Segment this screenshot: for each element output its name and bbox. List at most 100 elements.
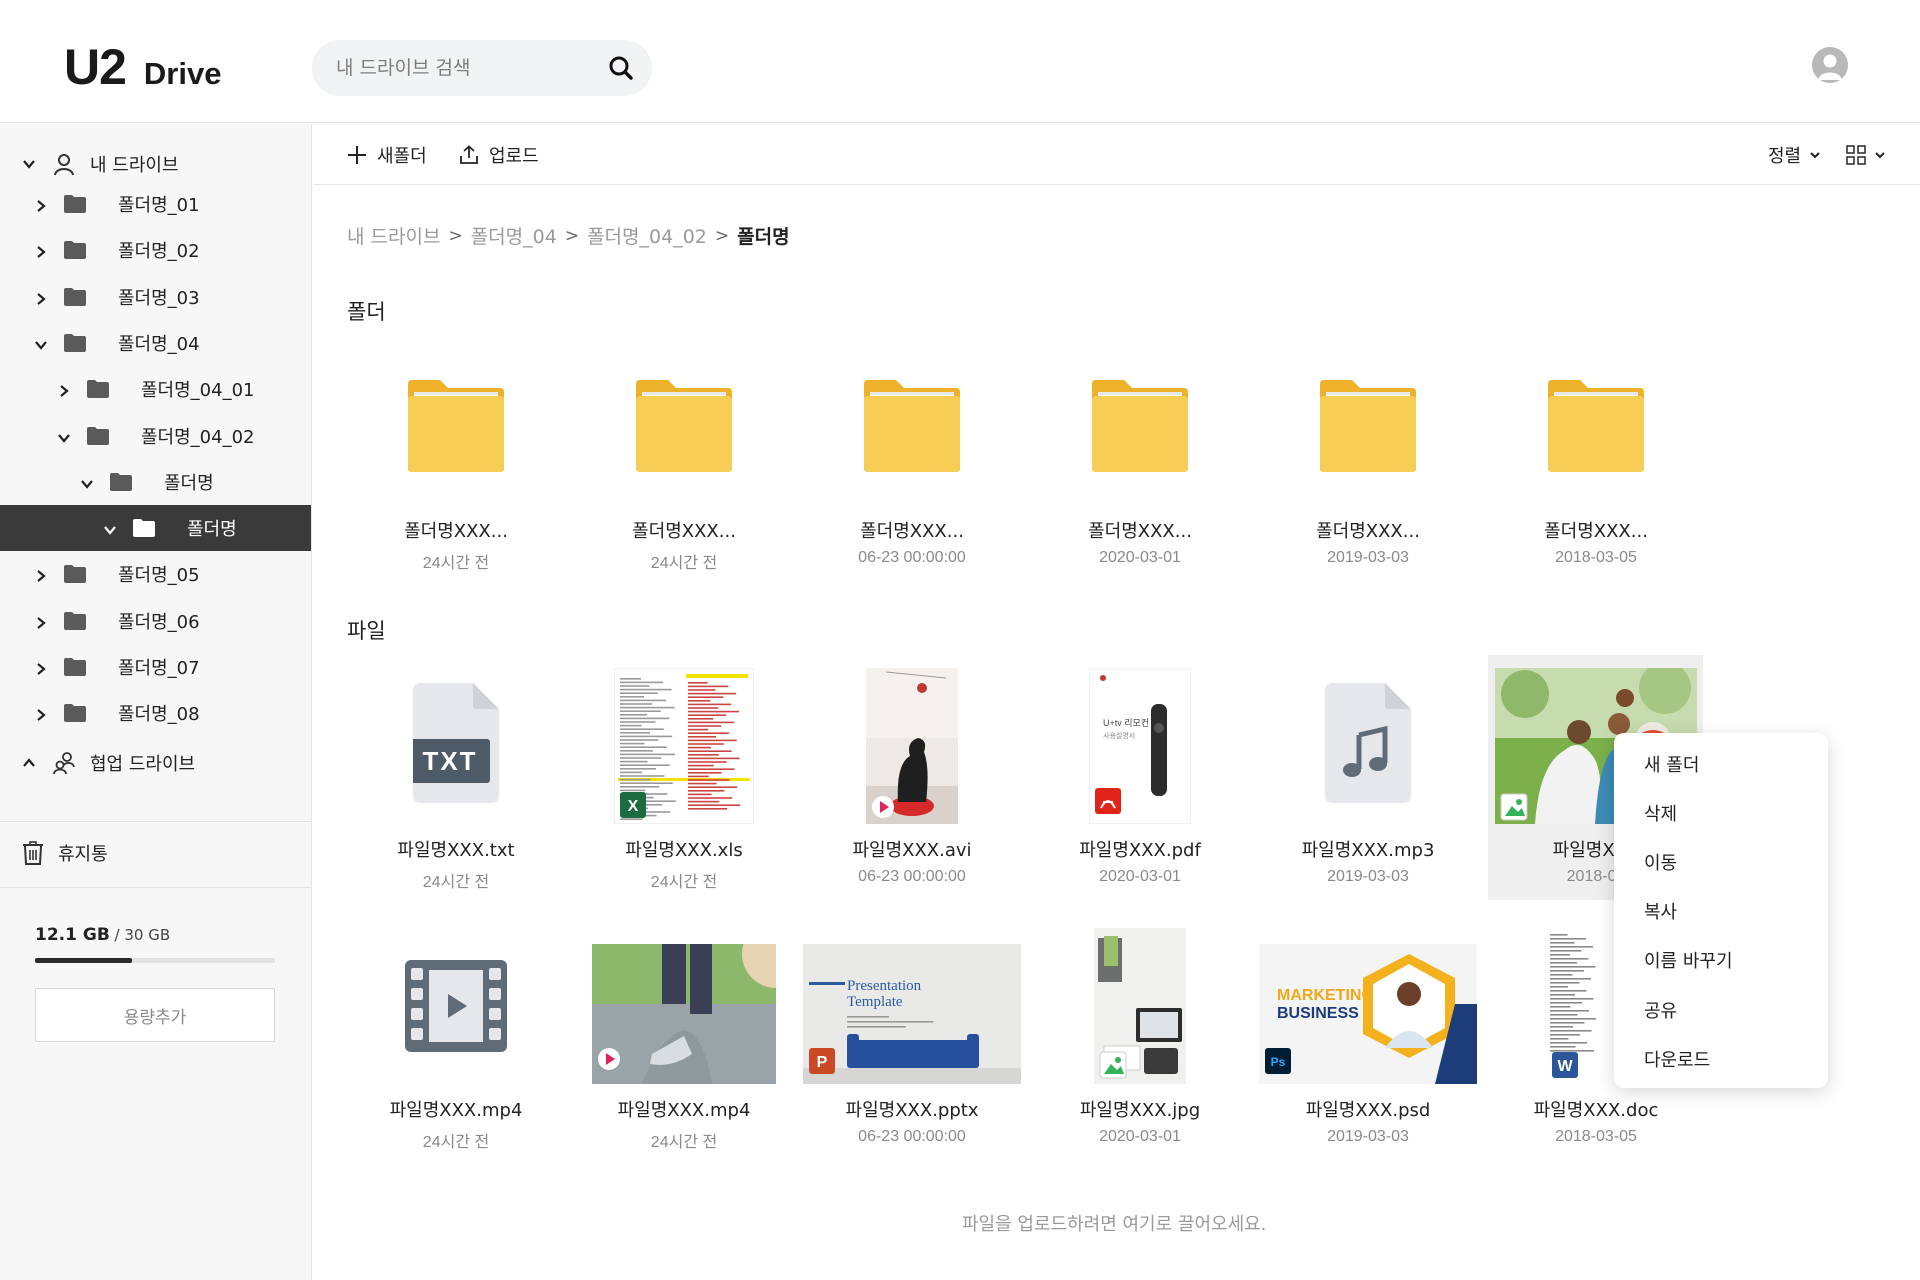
sidebar-tree-item[interactable]: 폴더명_05 — [0, 551, 311, 597]
spreadsheet-thumbnail[interactable]: X — [613, 667, 755, 828]
folder-name: 폴더명XXX... — [1316, 521, 1420, 542]
chevron-right-icon[interactable] — [34, 197, 48, 212]
chevron-right-icon[interactable] — [34, 243, 48, 259]
drop-hint: 파일을 업로드하려면 여기로 끌어오세요. — [962, 1214, 1267, 1235]
folder-item[interactable]: 폴더명XXX... 24시간 전 — [351, 517, 561, 573]
chevron-right-icon[interactable] — [34, 660, 48, 675]
file-item[interactable]: 파일명XXX.mp4 24시간 전 — [351, 1096, 561, 1152]
breadcrumb-item[interactable]: 폴더명_04_02 — [587, 222, 707, 249]
sidebar-tree-label: 폴더명_04_02 — [141, 426, 255, 448]
user-icon — [52, 152, 76, 176]
chevron-down-icon[interactable] — [22, 157, 36, 171]
file-item[interactable]: 파일명XXX.jpg 2020-03-01 — [1035, 1096, 1245, 1146]
file-item[interactable]: 파일명XXX.doc 2018-03-05 — [1491, 1096, 1701, 1146]
file-item[interactable]: 파일명XXX.psd 2019-03-03 — [1263, 1096, 1473, 1146]
chevron-right-icon[interactable] — [57, 382, 71, 398]
folder-item[interactable]: 폴더명XXX... 06-23 00:00:00 — [807, 517, 1017, 567]
folder-icon — [87, 426, 125, 445]
sidebar-tree-item[interactable]: 폴더명_04 — [0, 320, 311, 366]
file-item[interactable]: 파일명XXX.mp4 24시간 전 — [579, 1096, 789, 1152]
folder-icon[interactable] — [1090, 378, 1190, 478]
search-input[interactable] — [336, 40, 596, 96]
search-icon[interactable] — [606, 53, 636, 83]
chevron-right-icon[interactable] — [34, 614, 48, 629]
folder-icon — [64, 195, 102, 213]
file-item[interactable]: 파일명XXX.pptx 06-23 00:00:00 — [807, 1096, 1017, 1146]
video-thumbnail[interactable] — [866, 668, 958, 828]
folder-item[interactable]: 폴더명XXX... 2019-03-03 — [1263, 517, 1473, 567]
sidebar-tree-item[interactable]: 폴더명_08 — [0, 690, 311, 736]
chevron-down-icon[interactable] — [103, 521, 117, 535]
presentation-thumbnail[interactable]: Presentation Template P — [803, 944, 1021, 1088]
folder-icon[interactable] — [862, 378, 962, 478]
app-header: U2 Drive — [0, 0, 1920, 123]
folder-icon[interactable] — [1318, 378, 1418, 478]
svg-text:W: W — [1557, 1058, 1573, 1075]
chevron-right-icon[interactable] — [34, 290, 48, 305]
sidebar-tree-item[interactable]: 폴더명_07 — [0, 644, 311, 690]
folder-icon — [87, 380, 125, 399]
menu-move[interactable]: 이동 — [1644, 849, 1677, 875]
folder-icon[interactable] — [1546, 378, 1646, 478]
pdf-thumbnail[interactable]: U+tv 리모컨 사용설명서 — [1088, 667, 1192, 828]
folder-item[interactable]: 폴더명XXX... 24시간 전 — [579, 517, 789, 573]
chevron-up-icon[interactable] — [22, 756, 36, 770]
view-mode-toggle[interactable] — [1846, 140, 1886, 170]
folder-icon[interactable] — [634, 378, 734, 478]
sidebar-tree-item[interactable]: 폴더명_06 — [0, 598, 311, 644]
sidebar-tree-item[interactable]: 폴더명 — [0, 459, 311, 505]
folder-item[interactable]: 폴더명XXX... 2020-03-01 — [1035, 517, 1245, 567]
sidebar-tree-item[interactable]: 폴더명_01 — [0, 181, 311, 227]
menu-rename[interactable]: 이름 바꾸기 — [1644, 947, 1733, 973]
storage-used: 12.1 GB — [35, 925, 110, 945]
sidebar-tree-label: 폴더명_04_01 — [141, 380, 255, 402]
video-file-icon[interactable] — [405, 960, 507, 1056]
audio-file-icon[interactable] — [1325, 683, 1411, 807]
chevron-down-icon[interactable] — [34, 336, 48, 350]
file-item[interactable]: 파일명XXX.txt 24시간 전 — [351, 836, 561, 892]
chevron-right-icon[interactable] — [34, 567, 48, 583]
file-item[interactable]: 파일명XXX.xls 24시간 전 — [579, 836, 789, 892]
photo-thumbnail[interactable] — [1094, 928, 1186, 1088]
menu-new-folder[interactable]: 새 폴더 — [1644, 751, 1699, 777]
app-logo[interactable]: U2 Drive — [64, 38, 221, 96]
breadcrumb-item[interactable]: 내 드라이브 — [347, 222, 440, 249]
chevron-down-icon[interactable] — [80, 475, 94, 489]
folder-icon[interactable] — [406, 378, 506, 478]
file-item[interactable]: 파일명XXX.pdf 2020-03-01 — [1035, 836, 1245, 886]
chevron-down-icon[interactable] — [57, 429, 71, 443]
file-item[interactable]: 파일명XXX.mp3 2019-03-03 — [1263, 836, 1473, 886]
sidebar-tree-item[interactable]: 폴더명_03 — [0, 274, 311, 320]
sidebar-trash[interactable]: 휴지통 — [0, 828, 311, 878]
menu-delete[interactable]: 삭제 — [1644, 800, 1677, 826]
add-storage-button[interactable]: 용량추가 — [35, 988, 275, 1042]
new-folder-button[interactable]: 새폴더 — [347, 140, 427, 170]
chevron-down-icon — [1809, 149, 1821, 161]
svg-text:P: P — [817, 1054, 828, 1071]
upload-button[interactable]: 업로드 — [459, 140, 539, 170]
sort-dropdown[interactable]: 정렬 — [1768, 140, 1821, 170]
sidebar-tree-item[interactable]: 폴더명 — [0, 505, 311, 552]
menu-download[interactable]: 다운로드 — [1644, 1046, 1710, 1072]
breadcrumb-item[interactable]: 폴더명_04 — [471, 222, 557, 249]
sidebar-tree-item[interactable]: 폴더명_04_01 — [0, 366, 311, 412]
folder-icon — [64, 704, 102, 723]
chevron-right-icon[interactable] — [34, 706, 48, 722]
video-thumbnail[interactable] — [592, 920, 810, 1088]
sidebar-tree-item[interactable]: 폴더명_04_02 — [0, 413, 311, 459]
breadcrumb-current: 폴더명 — [737, 226, 790, 248]
design-thumbnail[interactable]: MARKETING BUSINESS Ps — [1259, 944, 1477, 1088]
folder-icon — [133, 519, 171, 538]
files-section-title: 파일 — [347, 619, 386, 643]
sidebar-tree-item[interactable]: 폴더명_02 — [0, 227, 311, 273]
menu-copy[interactable]: 복사 — [1644, 898, 1677, 924]
svg-text:BUSINESS: BUSINESS — [1277, 1005, 1359, 1022]
text-file-icon[interactable]: TXT — [410, 683, 499, 807]
folder-item[interactable]: 폴더명XXX... 2018-03-05 — [1491, 517, 1701, 567]
menu-share[interactable]: 공유 — [1644, 997, 1677, 1023]
file-item[interactable]: 파일명XXX.avi 06-23 00:00:00 — [807, 836, 1017, 886]
context-menu: 새 폴더 삭제 이동 복사 이름 바꾸기 공유 다운로드 — [1614, 733, 1828, 1088]
sidebar-shared-drive[interactable]: 협업 드라이브 — [0, 738, 311, 788]
plus-icon — [347, 145, 377, 165]
avatar[interactable] — [1812, 47, 1848, 83]
